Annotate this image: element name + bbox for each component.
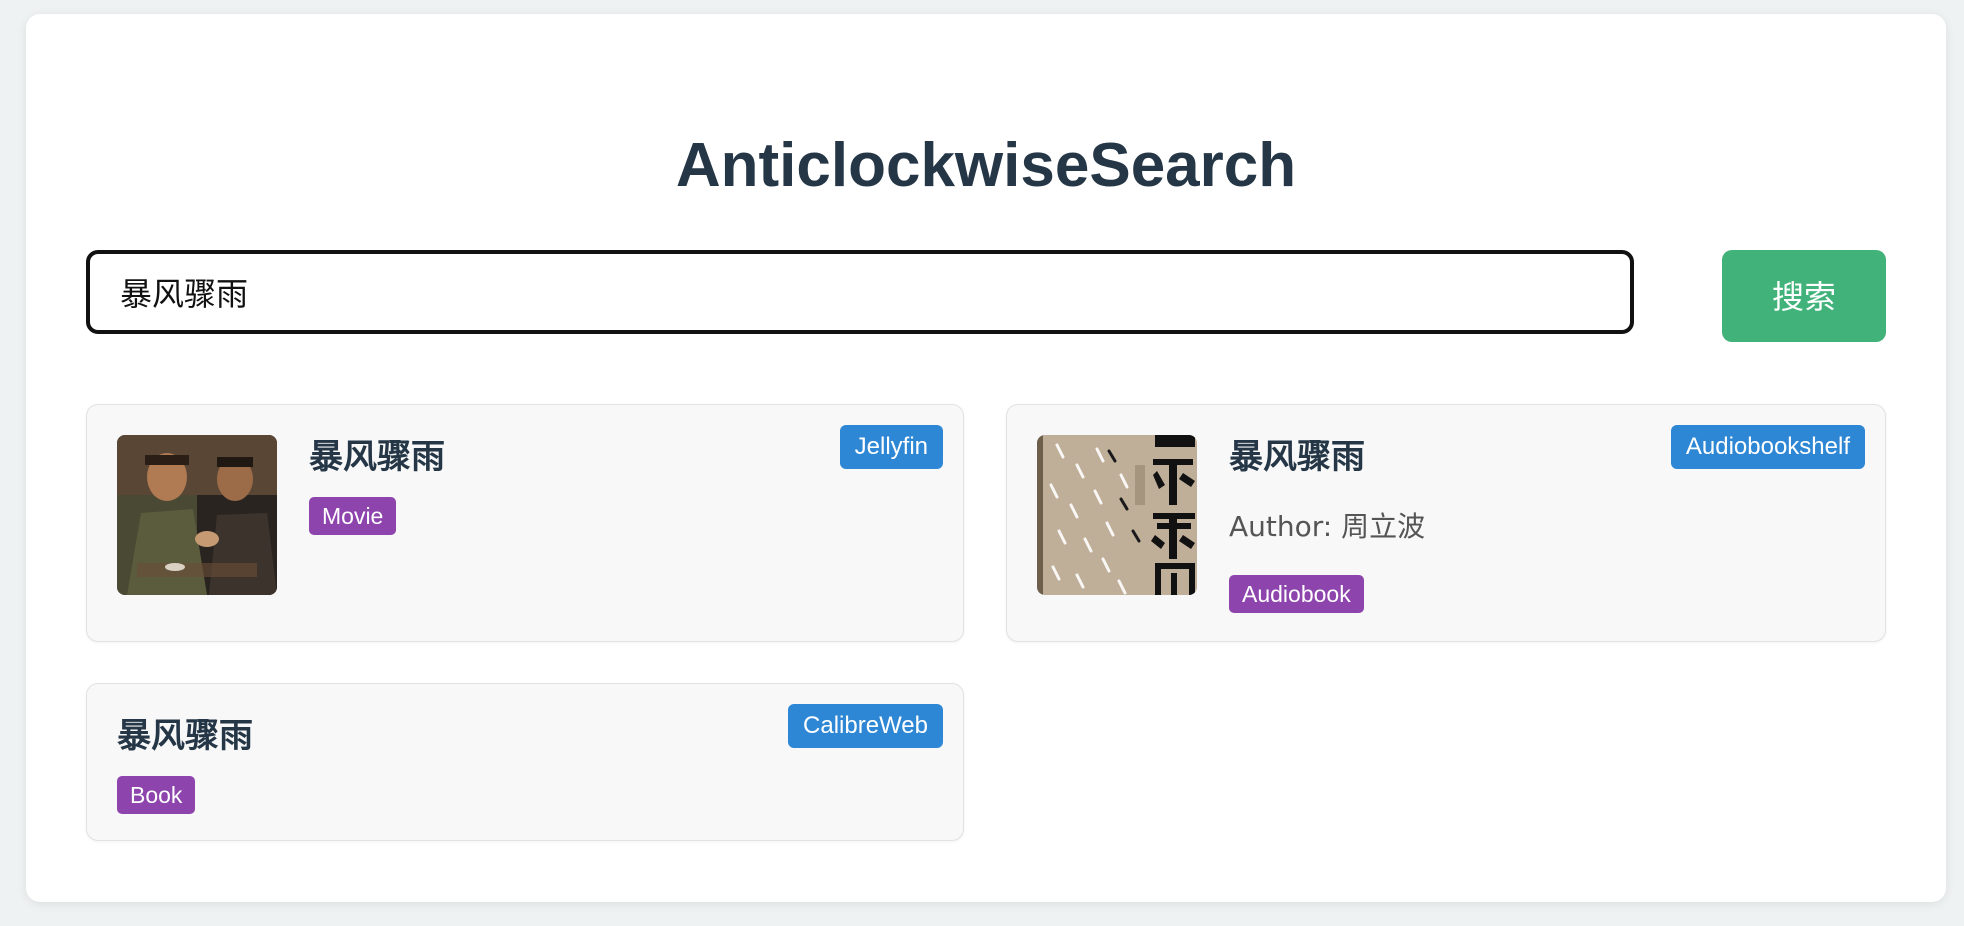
type-badge: Movie <box>309 497 397 535</box>
page-title: AnticlockwiseSearch <box>675 131 1297 200</box>
result-title[interactable]: 暴风骤雨 <box>309 435 445 479</box>
result-title[interactable]: 暴风骤雨 <box>1229 435 1365 479</box>
result-card-jellyfin[interactable]: 暴风骤雨 Movie Jellyfin <box>86 404 964 642</box>
type-badge: Audiobook <box>1229 575 1364 613</box>
source-badge[interactable]: Audiobookshelf <box>1670 425 1865 469</box>
search-input[interactable] <box>86 250 1634 334</box>
source-badge[interactable]: Jellyfin <box>839 425 943 469</box>
source-badge[interactable]: CalibreWeb <box>788 704 943 748</box>
result-card-calibreweb[interactable]: 暴风骤雨 Book CalibreWeb <box>86 683 964 841</box>
result-card-audiobookshelf[interactable]: 暴风骤雨 Author: 周立波 Audiobook Audiobookshel… <box>1006 404 1886 642</box>
book-cover-thumbnail <box>1037 435 1197 595</box>
movie-thumbnail <box>117 435 277 595</box>
search-button[interactable]: 搜索 <box>1722 250 1886 342</box>
result-author: Author: 周立波 <box>1229 510 1426 543</box>
result-title[interactable]: 暴风骤雨 <box>117 714 253 758</box>
type-badge: Book <box>117 776 196 814</box>
main-panel: AnticlockwiseSearch 搜索 暴风骤雨 Movie <box>26 14 1946 902</box>
